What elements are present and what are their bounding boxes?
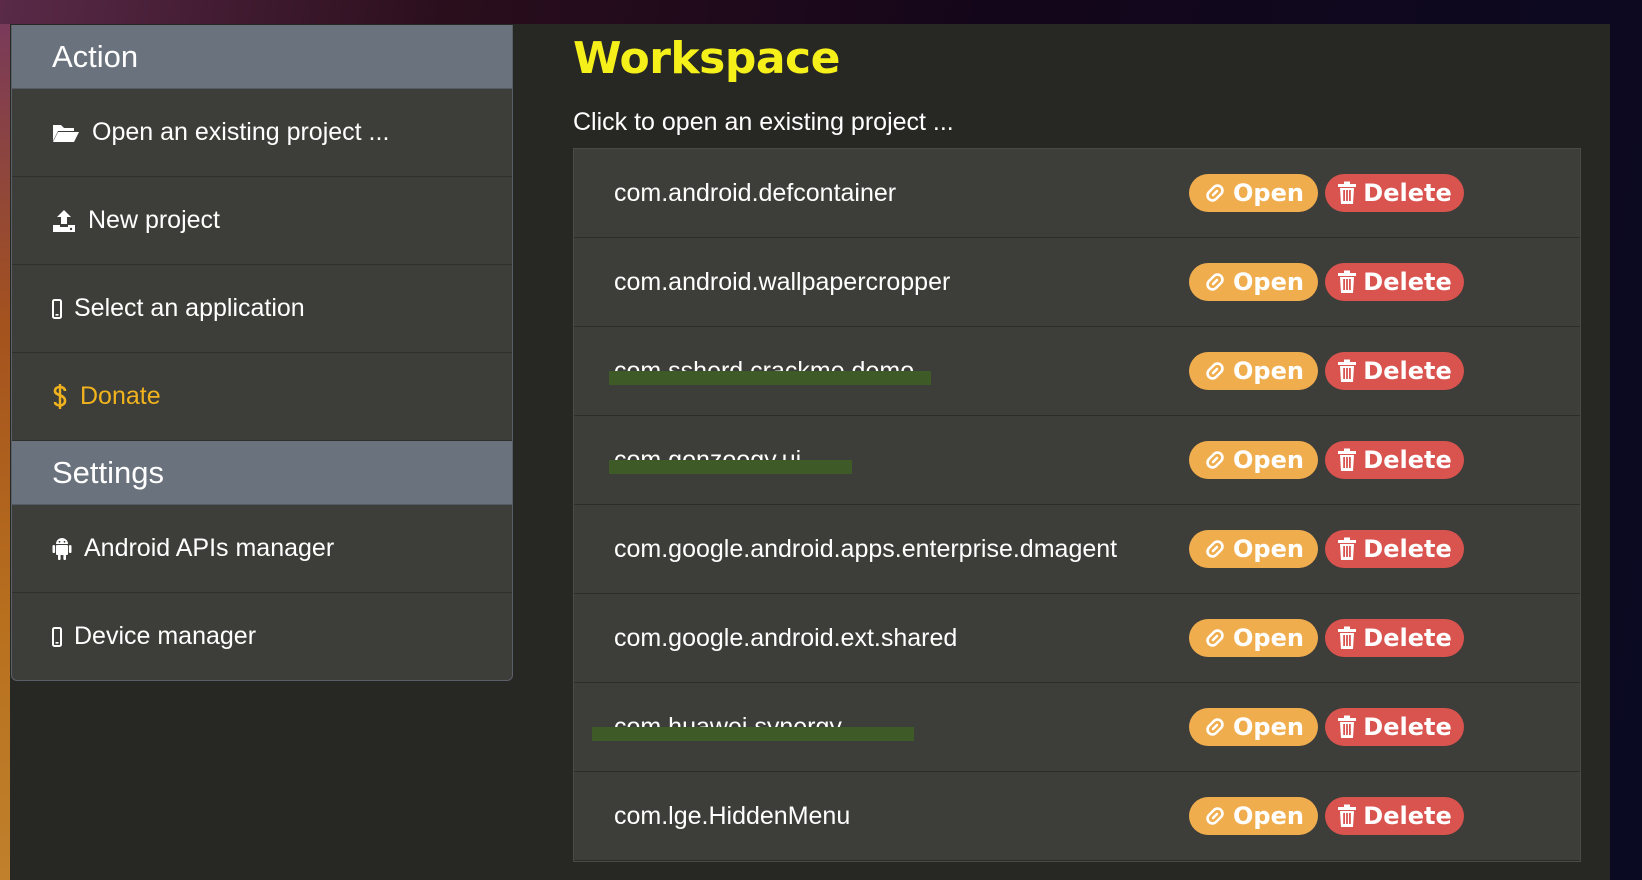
folder-open-icon — [52, 122, 80, 144]
project-name: com.google.android.ext.shared — [614, 624, 958, 652]
settings-section-header: Settings — [12, 441, 512, 505]
sidebar-item-label: Donate — [80, 382, 161, 410]
page-title: Workspace — [573, 33, 840, 84]
project-row[interactable]: com.android.wallpapercropper Open Delete — [574, 238, 1580, 327]
project-row[interactable]: com.ssherd.crackme.demoOpenDelete — [574, 327, 1580, 416]
delete-button-label: Delete — [1363, 535, 1452, 563]
open-button-label: Open — [1233, 357, 1304, 385]
sidebar-item-label: Android APIs manager — [84, 534, 335, 562]
project-name: com.android.defcontainer — [614, 179, 897, 207]
redaction-mark — [609, 460, 852, 474]
android-icon — [52, 537, 72, 561]
page-subtitle: Click to open an existing project ... — [573, 108, 954, 136]
project-row[interactable]: com.lge.HiddenMenu Open Delete — [574, 772, 1580, 861]
open-button-label: Open — [1233, 268, 1304, 296]
link-icon — [1203, 626, 1227, 650]
open-button-label: Open — [1233, 802, 1304, 830]
sidebar-item-new-project[interactable]: New project — [12, 177, 512, 265]
link-icon — [1203, 181, 1227, 205]
delete-button-label: Delete — [1363, 179, 1452, 207]
open-button[interactable]: Open — [1189, 441, 1318, 479]
project-row[interactable]: com.google.android.apps.enterprise.dmage… — [574, 505, 1580, 594]
open-button[interactable]: Open — [1189, 174, 1318, 212]
open-button[interactable]: Open — [1189, 708, 1318, 746]
sidebar-item-donate[interactable]: Donate — [12, 353, 512, 441]
delete-button[interactable]: Delete — [1325, 352, 1464, 390]
trash-icon — [1337, 537, 1357, 561]
project-list: com.android.defcontainer Open Delete com.an… — [573, 148, 1581, 862]
open-button[interactable]: Open — [1189, 530, 1318, 568]
delete-button[interactable]: Delete — [1325, 708, 1464, 746]
trash-icon — [1337, 715, 1357, 739]
delete-button[interactable]: Delete — [1325, 441, 1464, 479]
delete-button-label: Delete — [1363, 624, 1452, 652]
sidebar-item-device-manager[interactable]: Device manager — [12, 593, 512, 680]
project-row[interactable]: com.google.android.ext.shared Open Delete — [574, 594, 1580, 683]
link-icon — [1203, 448, 1227, 472]
project-name: com.lge.HiddenMenu — [614, 802, 851, 830]
delete-button-label: Delete — [1363, 446, 1452, 474]
project-row[interactable]: com.android.defcontainer Open Delete — [574, 149, 1580, 238]
open-button[interactable]: Open — [1189, 619, 1318, 657]
delete-button[interactable]: Delete — [1325, 797, 1464, 835]
sidebar-item-label: Open an existing project ... — [92, 118, 390, 146]
delete-button[interactable]: Delete — [1325, 530, 1464, 568]
open-button[interactable]: Open — [1189, 797, 1318, 835]
open-button[interactable]: Open — [1189, 263, 1318, 301]
trash-icon — [1337, 804, 1357, 828]
open-button-label: Open — [1233, 179, 1304, 207]
mobile-icon — [52, 298, 62, 319]
project-name: com.google.android.apps.enterprise.dmage… — [614, 535, 1118, 563]
project-row[interactable]: com.gonzoogy.uiOpenDelete — [574, 416, 1580, 505]
workspace-panel: Workspace Click to open an existing proj… — [573, 24, 1583, 862]
open-button-label: Open — [1233, 535, 1304, 563]
redaction-mark — [592, 727, 914, 741]
sidebar-item-select-application[interactable]: Select an application — [12, 265, 512, 353]
delete-button[interactable]: Delete — [1325, 174, 1464, 212]
link-icon — [1203, 270, 1227, 294]
app-window: Action Open an existing project ... New … — [10, 24, 1610, 880]
link-icon — [1203, 359, 1227, 383]
delete-button[interactable]: Delete — [1325, 263, 1464, 301]
open-button-label: Open — [1233, 624, 1304, 652]
sidebar-item-label: New project — [88, 206, 220, 234]
open-button-label: Open — [1233, 446, 1304, 474]
action-section-header: Action — [12, 25, 512, 89]
trash-icon — [1337, 448, 1357, 472]
dollar-icon — [52, 383, 68, 410]
sidebar-item-label: Device manager — [74, 622, 257, 650]
delete-button-label: Delete — [1363, 713, 1452, 741]
sidebar: Action Open an existing project ... New … — [11, 25, 513, 681]
link-icon — [1203, 715, 1227, 739]
sidebar-item-android-apis-manager[interactable]: Android APIs manager — [12, 505, 512, 593]
project-name: com.android.wallpapercropper — [614, 268, 951, 296]
sidebar-item-open-project[interactable]: Open an existing project ... — [12, 89, 512, 177]
upload-icon — [52, 209, 76, 233]
open-button-label: Open — [1233, 713, 1304, 741]
trash-icon — [1337, 626, 1357, 650]
sidebar-item-label: Select an application — [74, 294, 305, 322]
trash-icon — [1337, 181, 1357, 205]
link-icon — [1203, 804, 1227, 828]
delete-button-label: Delete — [1363, 802, 1452, 830]
trash-icon — [1337, 270, 1357, 294]
trash-icon — [1337, 359, 1357, 383]
mobile-icon — [52, 626, 62, 647]
link-icon — [1203, 537, 1227, 561]
delete-button[interactable]: Delete — [1325, 619, 1464, 657]
open-button[interactable]: Open — [1189, 352, 1318, 390]
project-row[interactable]: com.huawei.synergyOpenDelete — [574, 683, 1580, 772]
delete-button-label: Delete — [1363, 357, 1452, 385]
delete-button-label: Delete — [1363, 268, 1452, 296]
redaction-mark — [609, 371, 931, 385]
